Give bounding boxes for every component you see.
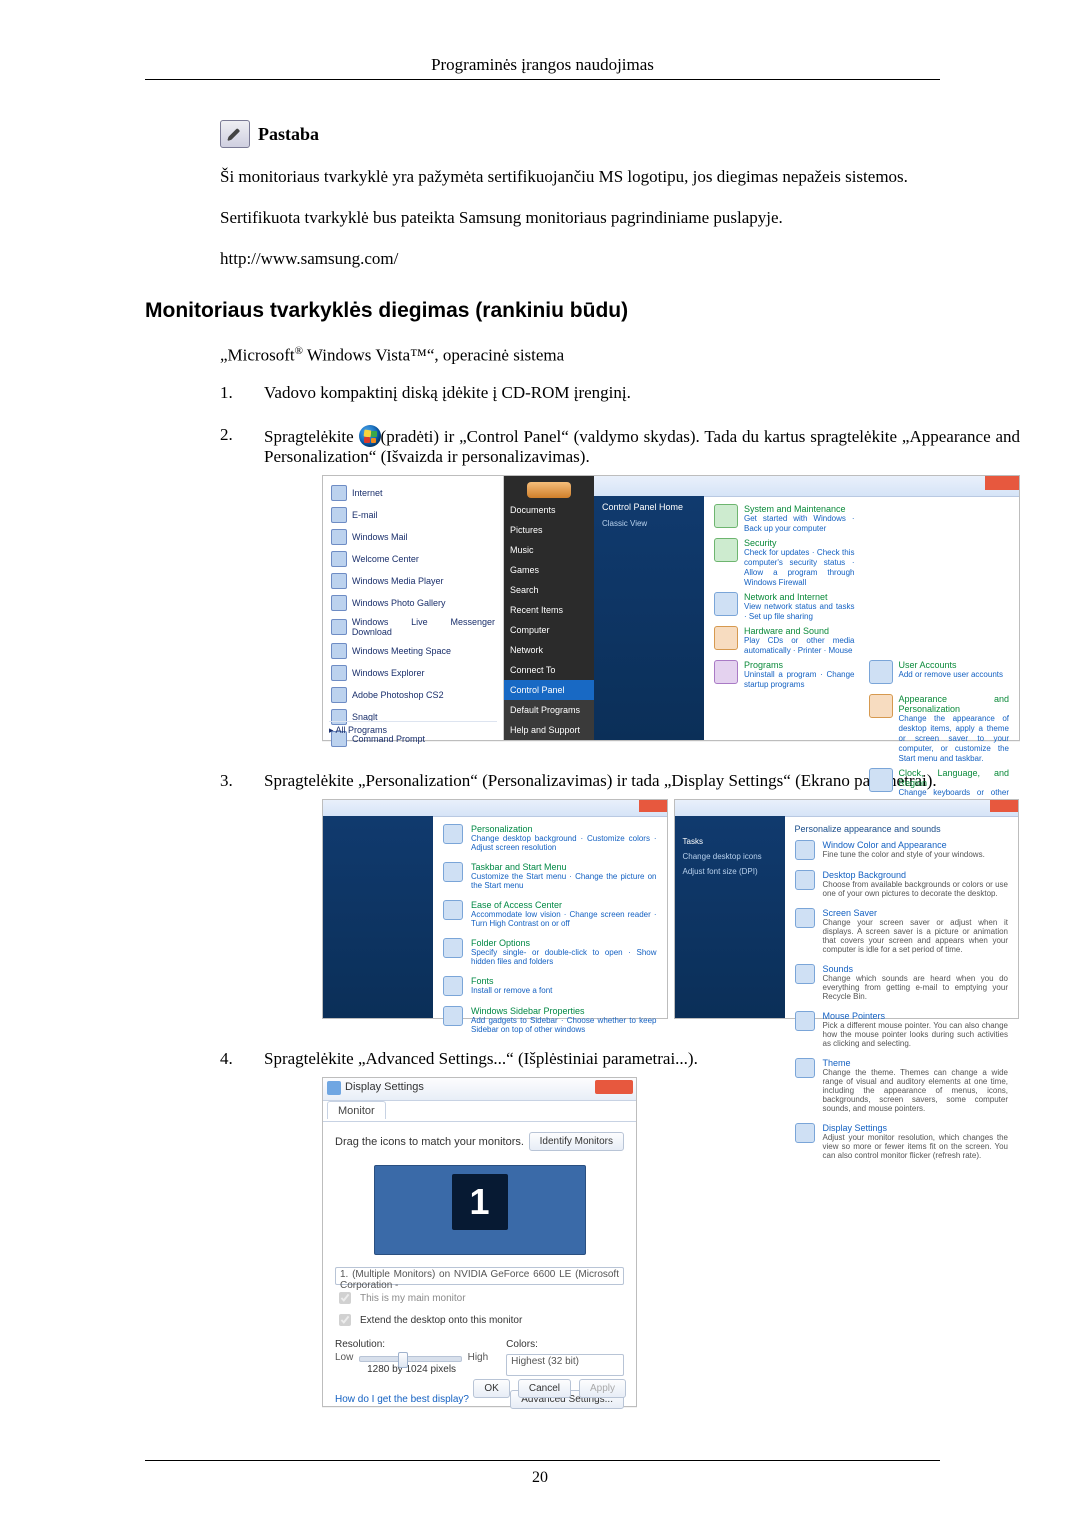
header-rule	[145, 79, 940, 80]
os-line: „Microsoft® Windows Vista™“, operacinė s…	[220, 345, 940, 366]
cancel-button: Cancel	[518, 1379, 571, 1398]
chk-extend: Extend the desktop onto this monitor	[335, 1311, 624, 1329]
step-1: 1. Vadovo kompaktinį diską įdėkite į CD-…	[220, 383, 940, 403]
screenshot-start-control-panel: InternetE-mailWindows MailWelcome Center…	[322, 475, 1020, 741]
section-title: Monitoriaus tvarkyklės diegimas (rankini…	[145, 299, 940, 323]
step-2: 2. Spragtelėkite (pradėti) ir „Control P…	[220, 425, 940, 749]
note-icon	[220, 120, 250, 148]
dialog-title: Display Settings	[345, 1081, 424, 1093]
colors-label: Colors:	[506, 1339, 624, 1350]
ok-button: OK	[473, 1379, 509, 1398]
drag-label: Drag the icons to match your monitors.	[335, 1136, 524, 1148]
start-orb-icon	[359, 425, 381, 447]
samsung-url: http://www.samsung.com/	[220, 249, 398, 268]
apply-button: Apply	[579, 1379, 626, 1398]
resolution-value: 1280 by 1024 pixels	[335, 1364, 488, 1375]
screenshot-personalization: PersonalizationChange desktop background…	[322, 799, 1019, 1019]
running-header: Programinės įrangos naudojimas	[145, 55, 940, 75]
page-footer: 20	[0, 1460, 1080, 1487]
monitor-combo: 1. (Multiple Monitors) on NVIDIA GeForce…	[335, 1267, 624, 1285]
tab-monitor: Monitor	[327, 1101, 386, 1119]
note-paragraph-2: Sertifikuota tvarkyklė bus pateikta Sams…	[220, 207, 940, 230]
identify-monitors-button: Identify Monitors	[529, 1132, 624, 1151]
help-link: How do I get the best display?	[335, 1394, 469, 1405]
screenshot-display-settings: Display Settings Monitor Drag the icons …	[322, 1077, 637, 1407]
note-paragraph-1: Ši monitoriaus tvarkyklė yra pažymėta se…	[220, 166, 940, 189]
resolution-label: Resolution:	[335, 1339, 488, 1350]
close-icon	[595, 1080, 633, 1094]
chk-main-monitor: This is my main monitor	[335, 1289, 624, 1307]
page-number: 20	[532, 1469, 548, 1486]
monitor-number: 1	[452, 1174, 508, 1230]
colors-combo: Highest (32 bit)	[506, 1354, 624, 1376]
note-heading: Pastaba	[220, 120, 940, 148]
note-label: Pastaba	[258, 124, 319, 145]
resolution-slider	[359, 1356, 461, 1362]
step-3: 3. Spragtelėkite „Personalization“ (Pers…	[220, 771, 940, 1027]
